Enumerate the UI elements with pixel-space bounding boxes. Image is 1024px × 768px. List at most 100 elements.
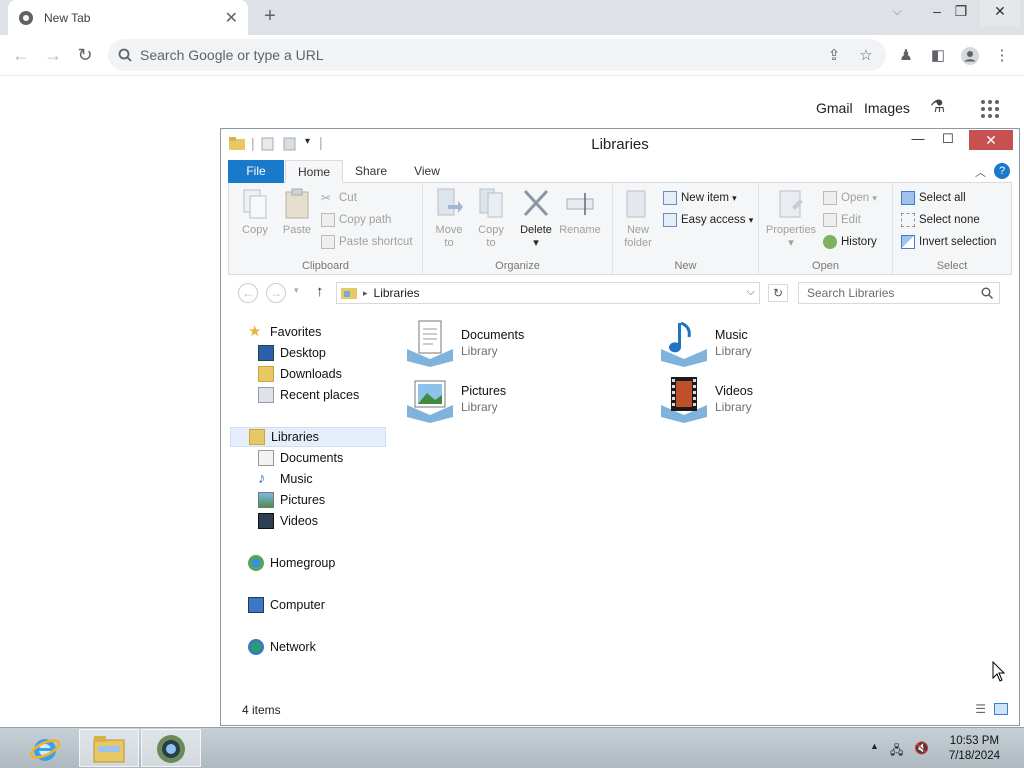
breadcrumb-libraries[interactable]: Libraries (374, 286, 420, 300)
new-tab-button[interactable]: + (258, 5, 282, 29)
cut-button[interactable]: ✂ Cut (321, 188, 357, 208)
library-documents[interactable]: Documents Library (405, 319, 625, 369)
libraries-icon (249, 429, 265, 445)
taskbar-file-explorer[interactable] (79, 729, 139, 767)
forward-icon[interactable]: → (40, 43, 66, 69)
back-icon[interactable]: ← (8, 43, 34, 69)
delete-button[interactable]: Delete ▾ (517, 187, 555, 250)
chevron-down-icon[interactable]: ⌵ (880, 0, 914, 26)
bookmark-star-icon[interactable]: ☆ (856, 46, 876, 66)
nav-network[interactable]: Network (248, 637, 316, 657)
side-panel-icon[interactable]: ◧ (928, 46, 948, 66)
invert-selection-button[interactable]: Invert selection (901, 232, 996, 252)
restore-button[interactable]: ❐ (944, 0, 978, 26)
taskbar-chrome[interactable] (141, 729, 201, 767)
recent-locations-dropdown-icon[interactable]: ▾ (294, 285, 299, 296)
group-clipboard: Copy Paste ✂ Cut Copy path Paste shortcut… (229, 183, 423, 275)
copy-to-button[interactable]: Copy to (471, 187, 511, 250)
rename-icon (566, 193, 594, 215)
tab-file[interactable]: File (228, 160, 284, 183)
nav-libraries[interactable]: Libraries (230, 427, 386, 447)
group-organize: Move to Copy to Delete ▾ Rename Organize (423, 183, 613, 275)
nav-videos[interactable]: Videos (258, 511, 318, 531)
nav-homegroup[interactable]: Homegroup (248, 553, 335, 573)
close-window-button[interactable]: ✕ (980, 0, 1020, 26)
search-libraries-input[interactable]: Search Libraries (798, 282, 1000, 304)
address-dropdown-icon[interactable]: ⌵ (747, 286, 755, 299)
minimize-button[interactable]: — (903, 129, 933, 149)
labs-flask-icon[interactable]: ⚗ (930, 97, 945, 117)
history-button[interactable]: History (823, 232, 877, 252)
extensions-icon[interactable]: ♟ (896, 46, 916, 66)
library-pictures[interactable]: Pictures Library (405, 375, 625, 425)
library-type: Library (461, 400, 498, 414)
reload-icon[interactable]: ↻ (72, 43, 98, 69)
new-item-icon (663, 191, 677, 205)
system-clock[interactable]: 10:53 PM 7/18/2024 (949, 734, 1000, 764)
new-item-button[interactable]: New item ▾ (663, 188, 737, 208)
desktop-icon (258, 345, 274, 361)
paste-button[interactable]: Paste (279, 187, 315, 237)
maximize-button[interactable]: ☐ (933, 129, 963, 149)
network-tray-icon[interactable]: 🖧 (890, 741, 903, 762)
nav-favorites[interactable]: ★ Favorites (248, 322, 321, 342)
paste-shortcut-button[interactable]: Paste shortcut (321, 232, 413, 252)
library-videos[interactable]: Videos Library (659, 375, 879, 425)
close-button[interactable]: ✕ (969, 130, 1013, 150)
apps-grid-icon[interactable] (980, 99, 1000, 122)
nav-desktop[interactable]: Desktop (258, 343, 326, 363)
new-folder-button[interactable]: New folder (619, 187, 657, 250)
copy-button[interactable]: Copy (237, 187, 273, 237)
forward-arrow-icon[interactable]: → (266, 283, 286, 303)
taskbar-internet-explorer[interactable] (16, 729, 76, 767)
new-folder-label-2: folder (624, 237, 652, 249)
copy-path-button[interactable]: Copy path (321, 210, 391, 230)
tab-home[interactable]: Home (285, 160, 343, 183)
documents-library-icon (407, 320, 453, 367)
up-arrow-icon[interactable]: ↑ (316, 283, 324, 300)
nav-computer[interactable]: Computer (248, 595, 325, 615)
delete-dropdown-icon[interactable]: ▾ (533, 237, 539, 249)
large-icons-view-icon[interactable] (994, 703, 1008, 715)
menu-kebab-icon[interactable]: ⋮ (992, 46, 1012, 66)
open-button[interactable]: Open ▾ (823, 188, 877, 208)
copy-path-label: Copy path (339, 214, 392, 226)
close-tab-icon[interactable]: ✕ (225, 8, 238, 28)
nav-pictures[interactable]: Pictures (258, 490, 325, 510)
volume-muted-icon[interactable]: 🔇 (914, 741, 929, 755)
details-view-icon[interactable]: ☰ (975, 702, 986, 716)
refresh-icon[interactable]: ↻ (768, 284, 788, 302)
address-field[interactable]: ▸ Libraries ⌵ (336, 282, 760, 304)
nav-documents[interactable]: Documents (258, 448, 343, 468)
show-hidden-icons-icon[interactable]: ▲ (870, 741, 879, 751)
nav-music[interactable]: ♪ Music (258, 469, 313, 489)
select-all-icon (901, 191, 915, 205)
properties-button[interactable]: Properties ▾ (763, 187, 819, 250)
rename-button[interactable]: Rename (557, 187, 603, 237)
copy-icon (243, 189, 267, 219)
tab-view[interactable]: View (402, 160, 452, 183)
collapse-ribbon-icon[interactable]: ︿ (975, 164, 986, 180)
nav-recent-places[interactable]: Recent places (258, 385, 359, 405)
omnibox[interactable]: Search Google or type a URL (108, 39, 886, 71)
taskbar: ▲ 🖧 🔇 10:53 PM 7/18/2024 (0, 727, 1024, 768)
tab-new-tab[interactable]: New Tab ✕ (8, 0, 248, 35)
images-link[interactable]: Images (864, 100, 910, 116)
nav-downloads[interactable]: Downloads (258, 364, 342, 384)
edit-button[interactable]: Edit (823, 210, 861, 230)
gmail-link[interactable]: Gmail (816, 100, 853, 116)
tab-share[interactable]: Share (346, 160, 396, 183)
move-to-button[interactable]: Move to (429, 187, 469, 250)
chrome-tab-strip: New Tab ✕ + ⌵ – ❐ ✕ (0, 0, 1024, 35)
share-icon[interactable]: ⇪ (824, 46, 844, 66)
library-music[interactable]: Music Library (659, 319, 879, 369)
help-icon[interactable]: ? (994, 163, 1010, 179)
select-all-button[interactable]: Select all (901, 188, 966, 208)
select-none-button[interactable]: Select none (901, 210, 980, 230)
paste-shortcut-label: Paste shortcut (339, 236, 413, 248)
back-arrow-icon[interactable]: ← (238, 283, 258, 303)
easy-access-button[interactable]: Easy access ▾ (663, 210, 753, 230)
properties-dropdown-icon[interactable]: ▾ (788, 237, 794, 249)
profile-avatar-icon[interactable] (960, 46, 980, 66)
recent-places-icon (258, 387, 274, 403)
